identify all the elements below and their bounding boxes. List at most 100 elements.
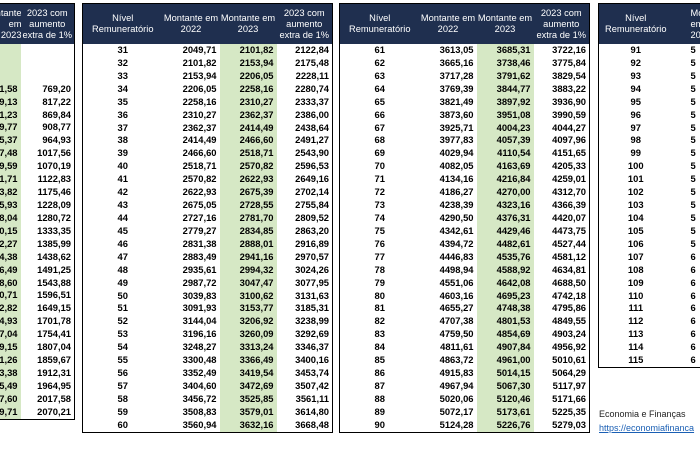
cell-level: 36 xyxy=(117,108,128,120)
cell-v2023x: 1649,15 xyxy=(37,302,71,314)
cell-level: 94 xyxy=(630,82,641,94)
table-row: 44 2727,16 2781,70 2809,52 xyxy=(83,211,333,225)
cell-v2023x: 3722,16 xyxy=(552,44,586,55)
cell-level: 68 xyxy=(374,134,385,146)
cell-v2023: 5120,46 xyxy=(476,392,534,406)
cell-v2023x: 3990,59 xyxy=(552,108,586,120)
cell-v2023x: 769,20 xyxy=(42,82,71,94)
cell-v2023: 4163,69 xyxy=(476,160,534,174)
table-row: 6,49 1491,25 xyxy=(0,263,75,277)
table-row: 106 5 xyxy=(599,238,700,251)
cell-v2023x: 2228,11 xyxy=(295,69,329,81)
cell-v2023: 4482,61 xyxy=(476,237,534,251)
cell-level: 54 xyxy=(117,341,128,353)
cell-v2022: 3039,83 xyxy=(182,289,217,301)
cell-v2022: 3352,49 xyxy=(182,367,217,379)
table-row: 5,93 1228,09 xyxy=(0,199,75,212)
table-row: 112 6 xyxy=(599,315,700,328)
cell-v2023: 3579,01 xyxy=(219,405,277,419)
cell-v2023x: 2017,58 xyxy=(37,392,71,404)
cell-v2022: 2049,71 xyxy=(182,44,217,55)
cell-v2022: 6 xyxy=(690,315,696,327)
cell-v2022: 5 xyxy=(690,186,696,198)
table-row: 5,49 1964,95 xyxy=(0,379,75,393)
cell-v2023x: 964,93 xyxy=(42,134,71,146)
cell-v2023x: 4151,65 xyxy=(552,147,586,159)
footer-link[interactable]: https://economiafinanca xyxy=(599,423,694,433)
cell-v2023x: 4259,01 xyxy=(552,173,586,185)
cell-v2023x: 4527,44 xyxy=(552,237,586,249)
cell-v2022: 4082,05 xyxy=(439,160,474,172)
table-row: 84 4811,61 4907,84 4956,92 xyxy=(340,341,590,355)
cell-v2023: 2414,49 xyxy=(219,121,277,135)
table-row: 7,60 2017,58 xyxy=(0,392,75,406)
cell-level: 55 xyxy=(117,354,128,366)
cell-v2023: 3951,08 xyxy=(476,108,534,122)
cell-v2023: 2466,60 xyxy=(219,134,277,148)
table-row: 1,58 769,20 xyxy=(0,82,75,96)
cell-v2022: 2310,27 xyxy=(182,108,217,120)
cell-level: 67 xyxy=(374,121,385,133)
cell-v2022: 2675,05 xyxy=(182,199,217,211)
cell-level: 107 xyxy=(627,250,644,262)
cell-v2023 xyxy=(0,56,21,70)
cell-v2022: 3456,72 xyxy=(182,392,217,404)
cell-v2023x: 3077,95 xyxy=(295,276,329,288)
cell-v2022: 5 xyxy=(690,108,696,120)
cell-v2022: 4029,94 xyxy=(439,147,474,159)
cell-v2023x: 4742,18 xyxy=(552,289,586,301)
table-row: 109 6 xyxy=(599,277,700,290)
cell-v2023: 4854,69 xyxy=(476,328,534,342)
cell-v2022: 6 xyxy=(690,263,696,275)
cell-v2023: 2675,39 xyxy=(219,186,277,200)
cell-v2023x: 2916,89 xyxy=(295,237,329,249)
cell-v2022: 4967,94 xyxy=(439,379,474,391)
footer-title: Economia e Finanças xyxy=(599,409,686,419)
table-row: 9,59 1070,19 xyxy=(0,160,75,174)
cell-v2022: 2987,72 xyxy=(182,276,217,288)
cell-level: 104 xyxy=(627,211,644,223)
table-row: 43 2675,05 2728,55 2755,84 xyxy=(83,199,333,212)
cell-v2023: 2622,93 xyxy=(219,173,277,187)
cell-level: 39 xyxy=(117,147,128,159)
cell-v2023: 5,49 xyxy=(0,379,21,393)
cell-level: 110 xyxy=(628,289,644,301)
cell-v2022: 4342,61 xyxy=(439,224,474,236)
cell-v2022: 6 xyxy=(690,328,696,340)
cell-v2023x: 3775,84 xyxy=(552,56,586,68)
cell-v2022: 3821,49 xyxy=(439,95,474,107)
cell-level: 41 xyxy=(117,173,128,185)
header-amount-2022: Montante em 2022 xyxy=(162,3,220,44)
cell-v2022: 6 xyxy=(690,354,696,366)
cell-v2022: 4134,16 xyxy=(439,173,474,185)
cell-level: 88 xyxy=(374,392,385,404)
cell-v2023x xyxy=(21,57,75,70)
table-row: 82 4707,38 4801,53 4849,55 xyxy=(340,315,590,329)
cell-v2023x: 1017,56 xyxy=(37,147,71,159)
cell-v2022: 5072,17 xyxy=(439,405,474,417)
cell-v2023: 3153,77 xyxy=(219,302,277,316)
cell-v2022: 4446,83 xyxy=(439,250,474,262)
cell-v2023x: 4097,96 xyxy=(552,134,586,146)
cell-v2022: 4551,06 xyxy=(439,276,474,288)
table-row: 56 3352,49 3419,54 3453,74 xyxy=(83,367,333,380)
table-row: 83 4759,50 4854,69 4903,24 xyxy=(340,328,590,342)
cell-level: 111 xyxy=(628,302,644,314)
cell-v2022: 5 xyxy=(690,160,696,172)
table-row: 73 4238,39 4323,16 4366,39 xyxy=(340,199,590,212)
cell-level: 51 xyxy=(117,302,128,314)
table-row: 3,82 1175,46 xyxy=(0,186,75,200)
table-row: 2,27 1385,99 xyxy=(0,237,75,251)
cell-v2023: 4,93 xyxy=(0,315,21,329)
cell-v2023x: 2122,84 xyxy=(295,44,329,55)
cell-v2023x xyxy=(21,70,75,83)
cell-v2022: 5 xyxy=(690,224,696,236)
cell-level: 95 xyxy=(630,95,641,107)
table-row: 75 4342,61 4429,46 4473,75 xyxy=(340,224,590,238)
cell-v2023: 3047,47 xyxy=(219,276,277,290)
cell-level: 50 xyxy=(117,289,128,301)
cell-v2023: 2310,27 xyxy=(219,95,277,109)
table-row: 9,13 817,22 xyxy=(0,95,75,109)
cell-level: 63 xyxy=(374,69,385,81)
cell-v2023: 4642,08 xyxy=(476,276,534,290)
